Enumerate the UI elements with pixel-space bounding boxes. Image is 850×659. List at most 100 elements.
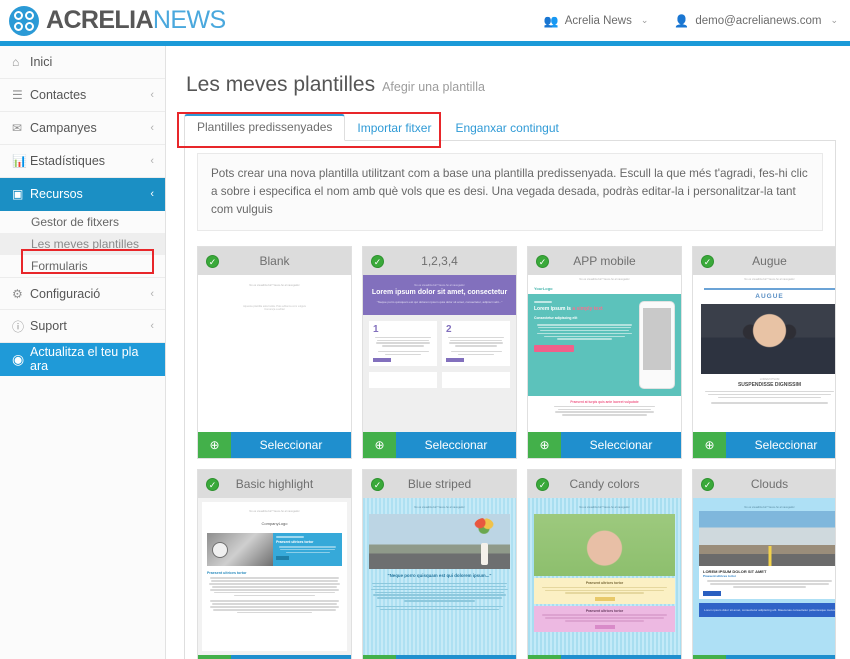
preview-title-accent: a simply text (572, 305, 603, 312)
template-card[interactable]: ✓ Blue striped No es visualitza bé? Veur… (362, 469, 517, 659)
preview-view-online: No es visualitza bé? Veure-ho al navegad… (744, 506, 795, 510)
select-template-button[interactable]: Seleccionar (561, 655, 681, 659)
template-preview[interactable]: No es visualitza bé? Veure-ho al navegad… (528, 275, 681, 433)
page-subtitle-add-template[interactable]: Afegir una plantilla (382, 80, 485, 94)
template-card[interactable]: ✓ 1,2,3,4 No es visualitza bé? Veure-ho … (362, 246, 517, 460)
select-template-button[interactable]: Seleccionar (396, 655, 516, 659)
select-label: Seleccionar (424, 438, 488, 453)
template-preview[interactable]: No es visualitza bé? Veure-ho al navegad… (363, 498, 516, 656)
template-preview[interactable]: No es visualitza bé? Veure-ho al navegad… (528, 498, 681, 656)
preview-zoom-button[interactable]: ⊕ (693, 655, 726, 659)
template-preview[interactable]: No es visualitza bé? Veure-ho al navegad… (198, 498, 351, 656)
select-template-button[interactable]: Seleccionar (231, 432, 351, 459)
templates-panel: Pots crear una nova plantilla utilitzant… (184, 141, 836, 659)
select-label: Seleccionar (589, 438, 653, 453)
preview-zoom-button[interactable]: ⊕ (198, 432, 231, 459)
brand-logo[interactable]: ACRELIANEWS (0, 5, 226, 36)
select-template-button[interactable]: Seleccionar (231, 655, 351, 659)
sidebar-item-gestor-de-fitxers[interactable]: Gestor de fitxers (0, 211, 165, 233)
sidebar-item-upgrade-plan[interactable]: ◉ Actualitza el teu pla ara (0, 343, 165, 376)
acrelia-logo-icon (9, 5, 39, 36)
sidebar-item-inici[interactable]: ⌂ Inici (0, 46, 165, 79)
preview-zoom-button[interactable]: ⊕ (363, 655, 396, 659)
preview-logo: YourLogo (534, 286, 553, 292)
preview-title: AUGUE (755, 292, 784, 300)
template-preview[interactable]: No es visualitza bé? Veure-ho al navegad… (198, 275, 351, 433)
chevron-left-icon: ‹ (150, 122, 154, 134)
select-template-button[interactable]: Seleccionar (396, 432, 516, 459)
template-card-footer: ⊕ Seleccionar (528, 432, 681, 459)
tab-plantilles-predissenyades[interactable]: Plantilles predissenyades (184, 114, 346, 141)
preview-title: Lorem ipsum is (534, 305, 571, 312)
sidebar-item-contactes[interactable]: ☰ Contactes ‹ (0, 79, 165, 112)
template-preview[interactable]: No es visualitza bé? Veure-ho al navegad… (363, 275, 516, 433)
chevron-left-icon: ‹ (150, 188, 154, 200)
preview-view-online: No es visualitza bé? Veure-ho al navegad… (249, 284, 300, 288)
tab-label: Importar fitxer (357, 121, 432, 135)
sidebar-subitem-label: Les meves plantilles (31, 237, 140, 251)
template-card[interactable]: ✓ Blank No es visualitza bé? Veure-ho al… (197, 246, 352, 460)
sidebar-subnav-recursos: Gestor de fitxers Les meves plantilles F… (0, 211, 165, 277)
template-card-footer: ⊕ Seleccionar (363, 655, 516, 659)
preview-zoom-button[interactable]: ⊕ (198, 655, 231, 659)
sidebar-item-recursos[interactable]: ▣ Recursos ‹ (0, 178, 165, 211)
select-template-button[interactable]: Seleccionar (726, 432, 835, 459)
sidebar-item-label: Campanyes (30, 121, 97, 135)
sidebar-item-formularis[interactable]: Formularis (0, 255, 165, 277)
preview-view-online: No es visualitza bé? Veure-ho al navegad… (249, 510, 300, 514)
preview-hero-title: Lorem ipsum dolor sit amet, consectetur (371, 289, 508, 297)
preview-zoom-button[interactable]: ⊕ (363, 432, 396, 459)
preview-photo (369, 514, 510, 570)
sidebar-item-label: Configuració (30, 286, 101, 301)
rocket-icon: ◉ (12, 350, 25, 367)
envelope-icon: ✉ (12, 121, 23, 135)
preview-cta-button (534, 345, 574, 353)
select-template-button[interactable]: Seleccionar (561, 432, 681, 459)
brand-name-accent: NEWS (152, 6, 226, 34)
tab-importar-fitxer[interactable]: Importar fitxer (345, 116, 443, 141)
sidebar-item-label: Suport (30, 319, 67, 333)
account-switcher[interactable]: 👥 Acrelia News ⌄ (544, 15, 649, 27)
preview-view-online: No es visualitza bé? Veure-ho al navegad… (414, 506, 465, 510)
template-card-footer: ⊕ Seleccionar (198, 432, 351, 459)
page-header: Les meves plantilles Afegir una plantill… (166, 46, 850, 97)
sidebar-item-les-meves-plantilles[interactable]: Les meves plantilles (0, 233, 165, 255)
chevron-down-icon: ⌄ (640, 15, 649, 25)
preview-view-online: No es visualitza bé? Veure-ho al navegad… (744, 278, 795, 282)
template-card-header: ✓ Candy colors (528, 470, 681, 499)
sidebar-item-estadistiques[interactable]: 📊 Estadístiques ‹ (0, 145, 165, 178)
template-card[interactable]: ✓ Basic highlight No es visualitza bé? V… (197, 469, 352, 659)
preview-block-title: Praesent ultrices tortor (585, 581, 624, 586)
preview-banner-text: Lorem ipsum dolor sit amet, consectetur … (704, 607, 835, 612)
tab-label: Enganxar contingut (455, 121, 559, 135)
select-template-button[interactable]: Seleccionar (726, 655, 835, 659)
gears-icon: ⚙ (12, 286, 23, 301)
preview-block-title: Praesent ultrices tortor (585, 609, 624, 614)
select-label: Seleccionar (754, 438, 818, 453)
sidebar-subitem-label: Gestor de fitxers (31, 215, 120, 229)
template-name: Candy colors (569, 477, 640, 492)
preview-zoom-button[interactable]: ⊕ (528, 655, 561, 659)
sidebar-item-configuracio[interactable]: ⚙ Configuració ‹ (0, 277, 165, 310)
template-preview[interactable]: No es visualitza bé? Veure-ho al navegad… (693, 275, 835, 433)
template-card[interactable]: ✓ Clouds No es visualitza bé? Veure-ho a… (692, 469, 835, 659)
template-name: APP mobile (573, 254, 636, 269)
template-preview[interactable]: No es visualitza bé? Veure-ho al navegad… (693, 498, 835, 656)
template-name: Augue (752, 254, 787, 269)
preview-zoom-button[interactable]: ⊕ (528, 432, 561, 459)
template-card[interactable]: ✓ APP mobile No es visualitza bé? Veure-… (527, 246, 682, 460)
template-card[interactable]: ✓ Candy colors No es visualitza bé? Veur… (527, 469, 682, 659)
sidebar-item-campanyes[interactable]: ✉ Campanyes ‹ (0, 112, 165, 145)
brand-wordmark: ACRELIANEWS (46, 6, 226, 35)
preview-phone-illustration (639, 301, 675, 390)
template-name: Blue striped (407, 477, 472, 492)
preview-zoom-button[interactable]: ⊕ (693, 432, 726, 459)
tab-enganxar-contingut[interactable]: Enganxar contingut (443, 116, 570, 141)
sidebar-item-suport[interactable]: ⓘ Suport ‹ (0, 310, 165, 343)
sidebar-promo-label: Actualitza el teu pla ara (30, 345, 139, 373)
template-card[interactable]: ✓ Augue No es visualitza bé? Veure-ho al… (692, 246, 835, 460)
sidebar-item-label: Contactes (30, 88, 87, 102)
template-card-header: ✓ APP mobile (528, 247, 681, 276)
template-card-header: ✓ Blue striped (363, 470, 516, 499)
user-menu[interactable]: 👤 demo@acrelianews.com ⌄ (674, 15, 838, 27)
